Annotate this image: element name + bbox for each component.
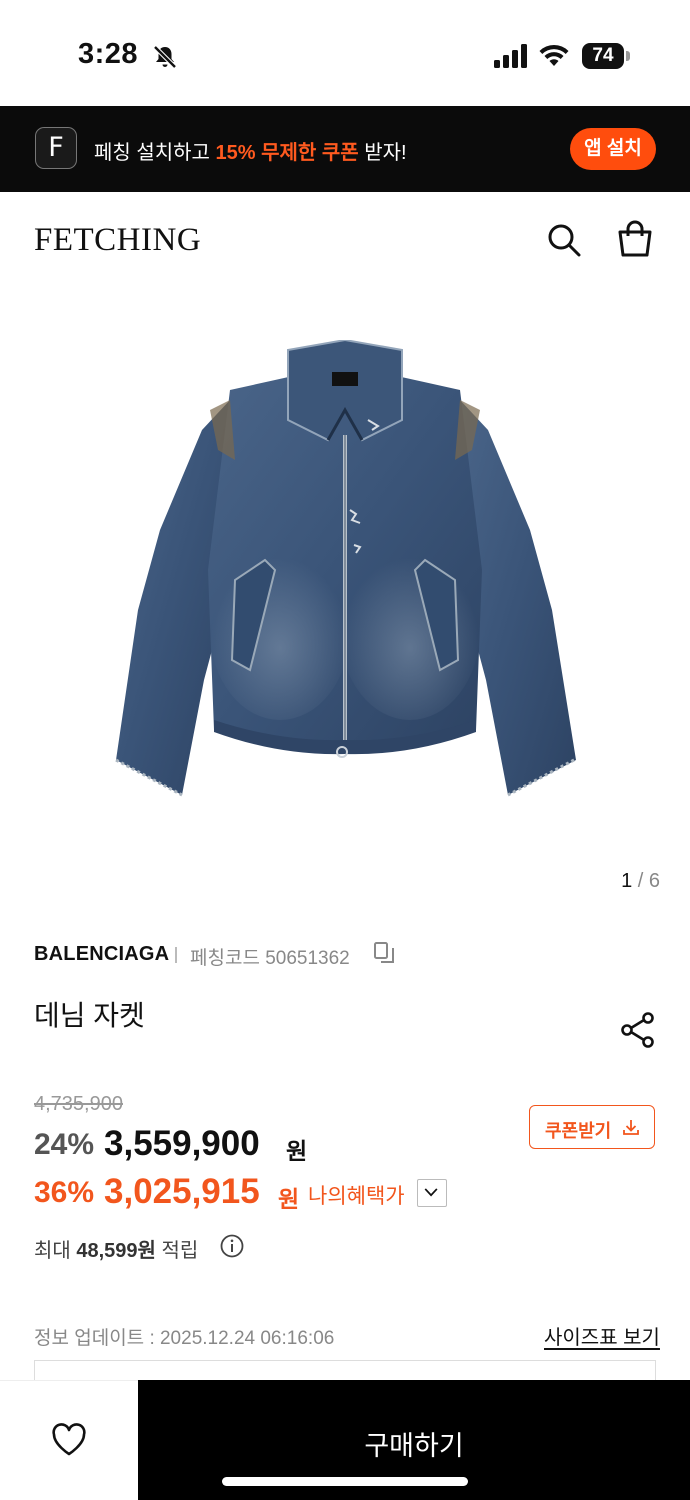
benefit-toggle-button[interactable] bbox=[417, 1179, 447, 1207]
currency-unit: 원 bbox=[286, 1138, 308, 1164]
product-code: 페칭코드 50651362 bbox=[190, 943, 350, 970]
signal-icon bbox=[494, 44, 527, 68]
points-amount: 48,599원 bbox=[76, 1240, 156, 1262]
info-icon[interactable] bbox=[220, 1234, 244, 1258]
site-header: FETCHING bbox=[0, 192, 690, 288]
chevron-down-icon bbox=[424, 1188, 438, 1197]
benefit-discount-rate: 36% bbox=[34, 1176, 95, 1209]
product-code-value: 50651362 bbox=[265, 948, 350, 969]
my-benefit-label: 나의혜택가 bbox=[308, 1185, 405, 1208]
search-icon[interactable] bbox=[546, 222, 582, 258]
wishlist-button[interactable] bbox=[0, 1380, 138, 1500]
promo-text-after: 받자! bbox=[358, 142, 407, 164]
product-name: 데님 자켓 bbox=[34, 1000, 145, 1031]
points-prefix: 최대 bbox=[34, 1240, 77, 1262]
size-chart-link[interactable]: 사이즈표 보기 bbox=[544, 1321, 660, 1350]
fetching-app-icon: F bbox=[35, 127, 77, 169]
shopping-bag-icon[interactable] bbox=[616, 220, 654, 258]
benefit-price: 3,025,915 bbox=[104, 1172, 260, 1211]
download-icon bbox=[623, 1120, 639, 1135]
get-coupon-label: 쿠폰받기 bbox=[545, 1121, 612, 1141]
site-logo[interactable]: FETCHING bbox=[34, 222, 201, 259]
product-code-label: 페칭코드 bbox=[190, 948, 260, 969]
image-counter-total: 6 bbox=[648, 870, 660, 892]
buy-button-label: 구매하기 bbox=[364, 1431, 464, 1461]
home-indicator[interactable] bbox=[222, 1477, 468, 1486]
app-install-button[interactable]: 앱 설치 bbox=[570, 128, 656, 170]
product-image[interactable] bbox=[110, 340, 580, 810]
get-coupon-button[interactable]: 쿠폰받기 bbox=[529, 1105, 655, 1149]
share-icon[interactable] bbox=[620, 1012, 656, 1048]
bell-off-icon bbox=[153, 45, 177, 69]
status-bar: 3:28 74 bbox=[0, 0, 690, 106]
image-counter-current: 1 bbox=[621, 870, 633, 892]
promo-highlight: 15% 무제한 쿠폰 bbox=[215, 142, 359, 164]
discount-rate: 24% bbox=[34, 1128, 95, 1161]
reward-points: 최대 48,599원 적립 bbox=[34, 1234, 198, 1263]
status-time: 3:28 bbox=[78, 38, 139, 70]
image-counter: 1 / 6 bbox=[600, 870, 660, 893]
divider bbox=[175, 947, 177, 963]
copy-icon[interactable] bbox=[373, 941, 395, 965]
battery-tip bbox=[626, 51, 630, 61]
wifi-icon bbox=[539, 44, 569, 66]
image-counter-separator: / bbox=[632, 870, 649, 892]
benefit-currency-unit: 원 bbox=[278, 1186, 300, 1212]
info-update-timestamp: 정보 업데이트 : 2025.12.24 06:16:06 bbox=[34, 1328, 335, 1349]
promo-text-before: 페칭 설치하고 bbox=[94, 142, 216, 164]
original-price: 4,735,900 bbox=[34, 1093, 123, 1115]
heart-icon bbox=[52, 1423, 86, 1456]
sale-price: 3,559,900 bbox=[104, 1124, 260, 1163]
app-promo-banner[interactable]: F 페칭 설치하고 15% 무제한 쿠폰 받자! 앱 설치 bbox=[0, 106, 690, 192]
brand-name[interactable]: BALENCIAGA bbox=[34, 943, 169, 966]
points-suffix: 적립 bbox=[155, 1240, 199, 1262]
promo-text: 페칭 설치하고 15% 무제한 쿠폰 받자! bbox=[94, 136, 407, 165]
battery-icon: 74 bbox=[582, 43, 624, 69]
